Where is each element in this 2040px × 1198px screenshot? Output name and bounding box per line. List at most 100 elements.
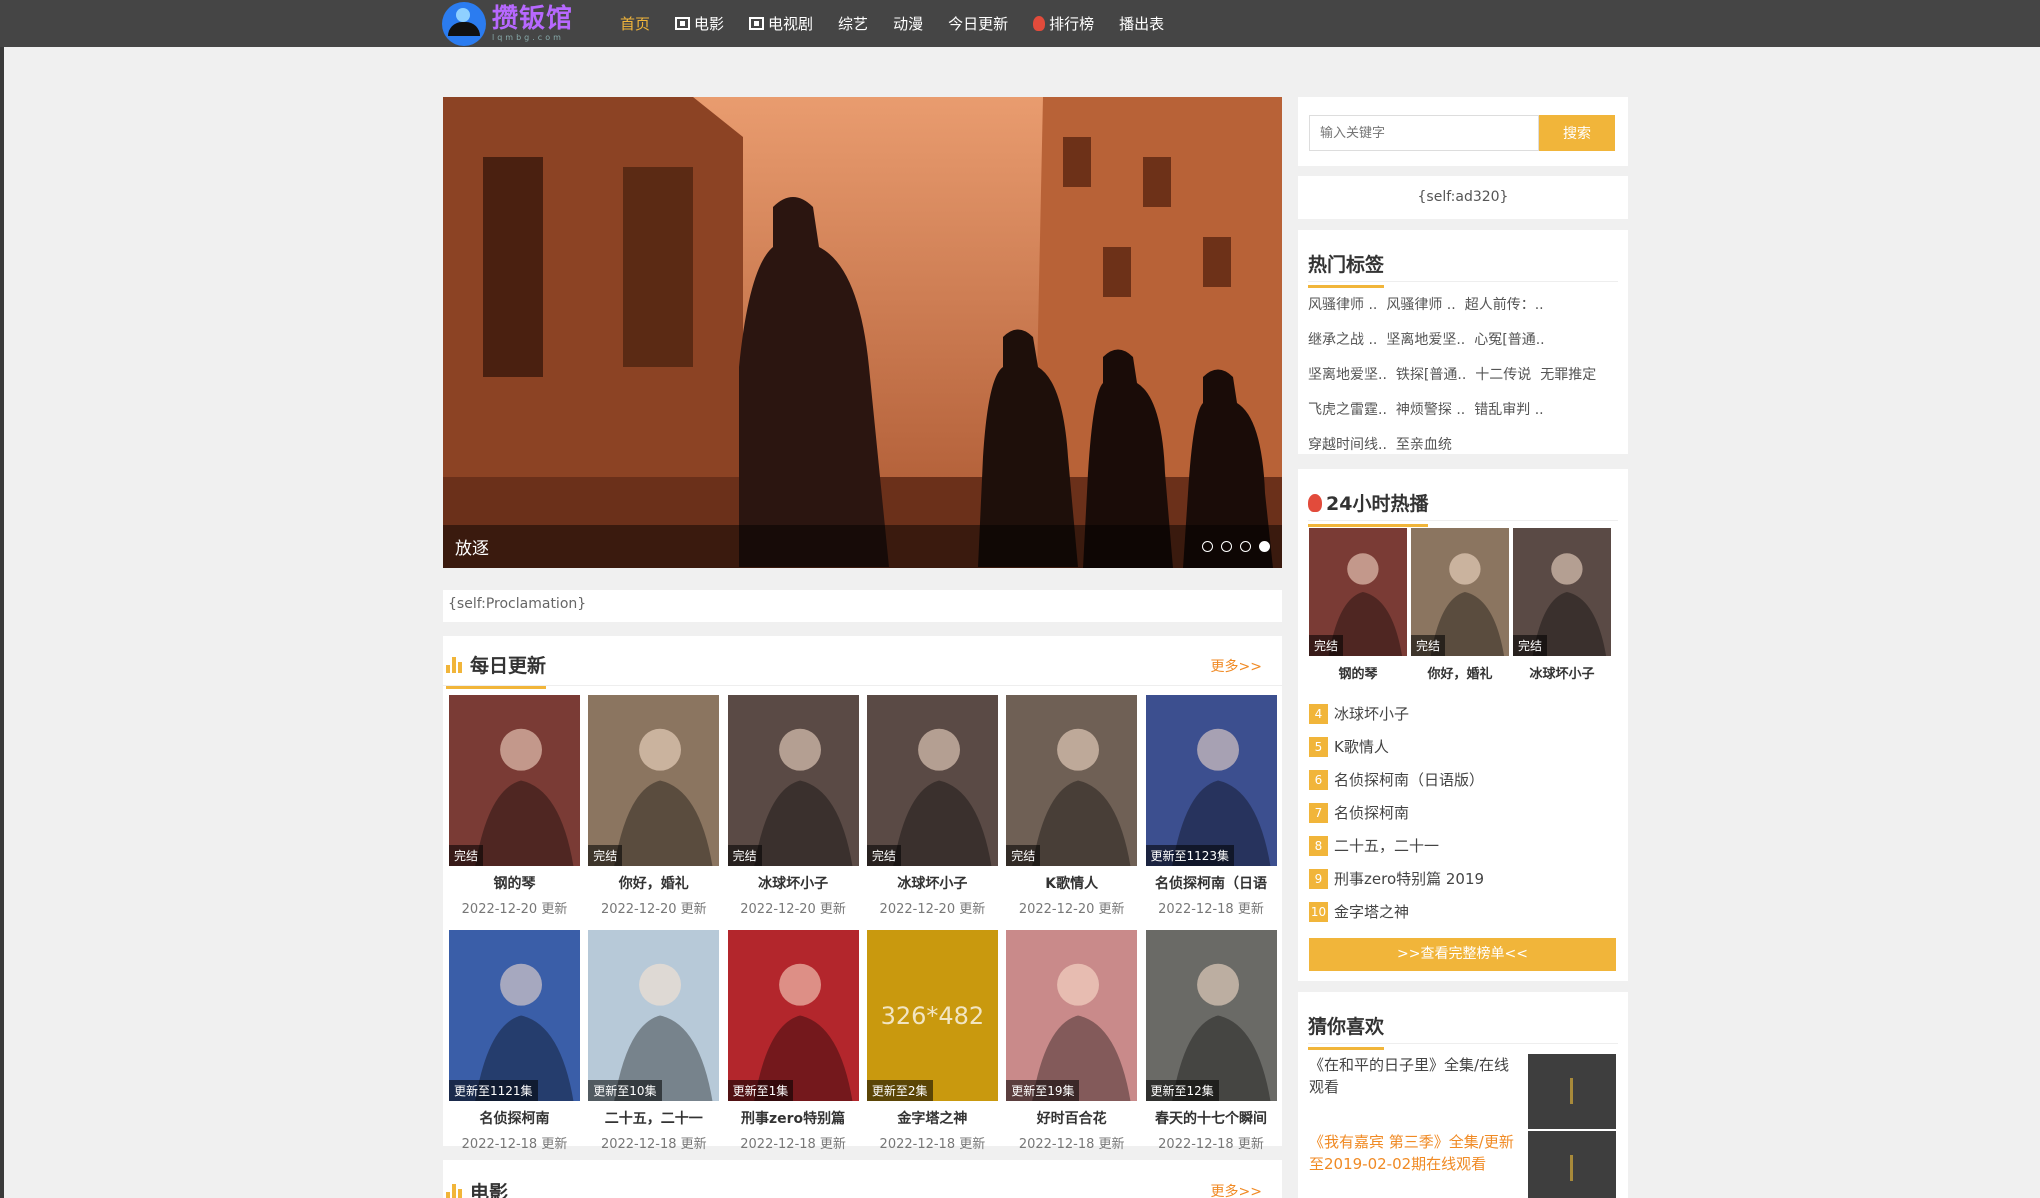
hot-card[interactable]: 完结你好，婚礼 xyxy=(1411,528,1509,682)
slide-dot-4[interactable] xyxy=(1259,541,1270,552)
rank-item[interactable]: 6 名侦探柯南（日语版） xyxy=(1309,763,1619,796)
section-header: 每日更新 更多>> xyxy=(443,636,1282,689)
daily-card[interactable]: 更新至1123集 名侦探柯南（日语 2022-12-18 更新 xyxy=(1145,695,1277,917)
tag-item[interactable]: 穿越时间线.. xyxy=(1308,434,1387,454)
card-title[interactable]: 春天的十七个瞬间 xyxy=(1146,1108,1277,1128)
rank-title: 金字塔之神 xyxy=(1334,903,1410,921)
tag-item[interactable]: 铁探[普通.. xyxy=(1396,364,1466,384)
daily-card[interactable]: 更新至10集 二十五，二十一 2022-12-18 更新 xyxy=(588,930,720,1152)
daily-card[interactable]: 326*482 更新至2集金字塔之神 2022-12-18 更新 xyxy=(866,930,998,1152)
tag-item[interactable]: 风骚律师 .. xyxy=(1386,294,1455,314)
nav-item-4[interactable]: 动漫 xyxy=(893,13,923,34)
nav-item-2[interactable]: 电视剧 xyxy=(749,13,813,34)
daily-card[interactable]: 完结钢的琴 2022-12-20 更新 xyxy=(449,695,580,917)
daily-poster[interactable]: 完结 xyxy=(1006,695,1138,866)
search-input[interactable] xyxy=(1309,115,1539,151)
nav-item-5[interactable]: 今日更新 xyxy=(948,13,1008,34)
nav-item-3[interactable]: 综艺 xyxy=(838,13,868,34)
daily-poster[interactable]: 完结 xyxy=(449,695,580,866)
card-title[interactable]: 名侦探柯南 xyxy=(449,1108,580,1128)
rank-number: 10 xyxy=(1309,901,1328,922)
card-title[interactable]: 冰球坏小子 xyxy=(728,873,859,893)
tag-item[interactable]: 无罪推定 xyxy=(1540,364,1596,384)
rank-item[interactable]: 10 金字塔之神 xyxy=(1309,895,1619,928)
rank-item[interactable]: 9 刑事zero特别篇 2019 xyxy=(1309,862,1619,895)
daily-poster[interactable]: 更新至12集 xyxy=(1145,930,1277,1101)
card-date: 2022-12-18 更新 xyxy=(879,1137,986,1152)
daily-poster[interactable]: 更新至19集 xyxy=(1006,930,1138,1101)
nav-item-1[interactable]: 电影 xyxy=(675,13,724,34)
tag-item[interactable]: 十二传说 xyxy=(1475,364,1531,384)
daily-card[interactable]: 更新至12集 春天的十七个瞬间 2022-12-18 更新 xyxy=(1145,930,1277,1152)
card-title[interactable]: 钢的琴 xyxy=(449,873,580,893)
daily-poster[interactable]: 更新至1121集 xyxy=(449,930,580,1101)
card-title[interactable]: 钢的琴 xyxy=(1309,663,1407,682)
card-title[interactable]: 名侦探柯南（日语 xyxy=(1146,873,1277,893)
hot-poster[interactable]: 完结 xyxy=(1411,528,1509,656)
tag-item[interactable]: 超人前传：.. xyxy=(1465,294,1544,314)
nav-item-7[interactable]: 播出表 xyxy=(1119,13,1164,34)
card-title[interactable]: 好时百合花 xyxy=(1006,1108,1137,1128)
tag-item[interactable]: 坚离地爱坚.. xyxy=(1308,364,1387,384)
tag-item[interactable]: 飞虎之雷霆.. xyxy=(1308,399,1387,419)
slide-dot-2[interactable] xyxy=(1221,541,1232,552)
tag-item[interactable]: 错乱审判 .. xyxy=(1474,399,1543,419)
tag-item[interactable]: 至亲血统 xyxy=(1396,434,1452,454)
card-title[interactable]: 冰球坏小子 xyxy=(1513,663,1611,682)
rank-item[interactable]: 5 K歌情人 xyxy=(1309,730,1619,763)
hot-poster[interactable]: 完结 xyxy=(1309,528,1407,656)
hero-banner[interactable]: 放逐 xyxy=(443,97,1282,568)
daily-card[interactable]: 更新至1121集 名侦探柯南 2022-12-18 更新 xyxy=(449,930,580,1152)
tag-item[interactable]: 心冤[普通.. xyxy=(1474,329,1544,349)
daily-poster[interactable]: 完结 xyxy=(588,695,720,866)
rank-item[interactable]: 8 二十五，二十一 xyxy=(1309,829,1619,862)
poster-art xyxy=(1032,963,1131,1101)
like-thumbnail[interactable] xyxy=(1528,1054,1616,1129)
daily-card[interactable]: 完结 冰球坏小子 2022-12-20 更新 xyxy=(866,695,998,917)
daily-card[interactable]: 更新至1集 刑事zero特别篇 2022-12-18 更新 xyxy=(727,930,859,1152)
card-date: 2022-12-20 更新 xyxy=(461,902,568,917)
daily-poster[interactable]: 更新至1集 xyxy=(727,930,859,1101)
nav-item-0[interactable]: 首页 xyxy=(620,13,650,34)
site-logo[interactable]: 攒钣馆 lqmbg.com xyxy=(442,0,573,47)
like-title[interactable]: 《在和平的日子里》全集/在线观看 xyxy=(1309,1054,1514,1098)
status-badge: 完结 xyxy=(588,845,623,866)
daily-title-text: 每日更新 xyxy=(470,655,547,677)
hot-card[interactable]: 完结 冰球坏小子 xyxy=(1513,528,1611,682)
daily-poster[interactable]: 更新至1123集 xyxy=(1145,695,1277,866)
tag-item[interactable]: 风骚律师 .. xyxy=(1308,294,1377,314)
daily-card[interactable]: 完结 你好，婚礼 2022-12-20 更新 xyxy=(588,695,720,917)
more-link[interactable]: 更多>> xyxy=(1211,1181,1262,1198)
daily-card[interactable]: 更新至19集 好时百合花 2022-12-18 更新 xyxy=(1006,930,1138,1152)
card-title[interactable]: 你好，婚礼 xyxy=(588,873,719,893)
daily-poster[interactable]: 完结 xyxy=(866,695,998,866)
full-rank-button[interactable]: >>查看完整榜单<< xyxy=(1309,938,1616,971)
card-title[interactable]: 金字塔之神 xyxy=(867,1108,998,1128)
tag-item[interactable]: 继承之战 .. xyxy=(1308,329,1377,349)
hot-poster[interactable]: 完结 xyxy=(1513,528,1611,656)
card-title[interactable]: 你好，婚礼 xyxy=(1411,663,1509,682)
rank-item[interactable]: 4 冰球坏小子 xyxy=(1309,697,1619,730)
card-title[interactable]: 刑事zero特别篇 xyxy=(728,1108,859,1128)
like-title[interactable]: 《我有嘉宾 第三季》全集/更新至2019-02-02期在线观看 xyxy=(1309,1131,1514,1175)
search-button[interactable]: 搜索 xyxy=(1539,115,1615,151)
daily-card[interactable]: 完结 K歌情人 2022-12-20 更新 xyxy=(1006,695,1138,917)
like-thumbnail[interactable] xyxy=(1528,1131,1616,1198)
hot-card[interactable]: 完结 钢的琴 xyxy=(1309,528,1407,682)
nav-item-6[interactable]: 排行榜 xyxy=(1033,13,1094,34)
banner-title[interactable]: 放逐 xyxy=(455,534,489,559)
card-title[interactable]: K歌情人 xyxy=(1006,873,1137,893)
daily-poster[interactable]: 完结 xyxy=(727,695,859,866)
daily-poster[interactable]: 326*482 更新至2集 xyxy=(866,930,998,1101)
slide-dot-1[interactable] xyxy=(1202,541,1213,552)
card-title[interactable]: 二十五，二十一 xyxy=(588,1108,719,1128)
tag-item[interactable]: 坚离地爱坚.. xyxy=(1386,329,1465,349)
slide-dot-3[interactable] xyxy=(1240,541,1251,552)
daily-poster[interactable]: 更新至10集 xyxy=(588,930,720,1101)
card-title[interactable]: 冰球坏小子 xyxy=(867,873,998,893)
hot-title-text: 24小时热播 xyxy=(1326,493,1429,515)
rank-item[interactable]: 7 名侦探柯南 xyxy=(1309,796,1619,829)
more-link[interactable]: 更多>> xyxy=(1211,656,1262,676)
tag-item[interactable]: 神烦警探 .. xyxy=(1396,399,1465,419)
daily-card[interactable]: 完结 冰球坏小子 2022-12-20 更新 xyxy=(727,695,859,917)
